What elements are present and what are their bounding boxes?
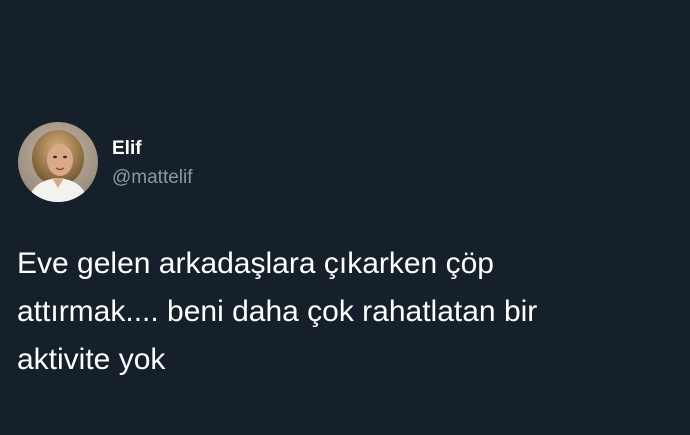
avatar[interactable]: [18, 122, 98, 202]
tweet-card: Elif @mattelif Eve gelen arkadaşlara çık…: [0, 0, 690, 435]
display-name[interactable]: Elif: [112, 137, 142, 161]
tweet-text: Eve gelen arkadaşlara çıkarken çöp attır…: [17, 247, 538, 376]
profile-photo-icon: [18, 122, 98, 202]
user-handle[interactable]: @mattelif: [112, 166, 193, 190]
